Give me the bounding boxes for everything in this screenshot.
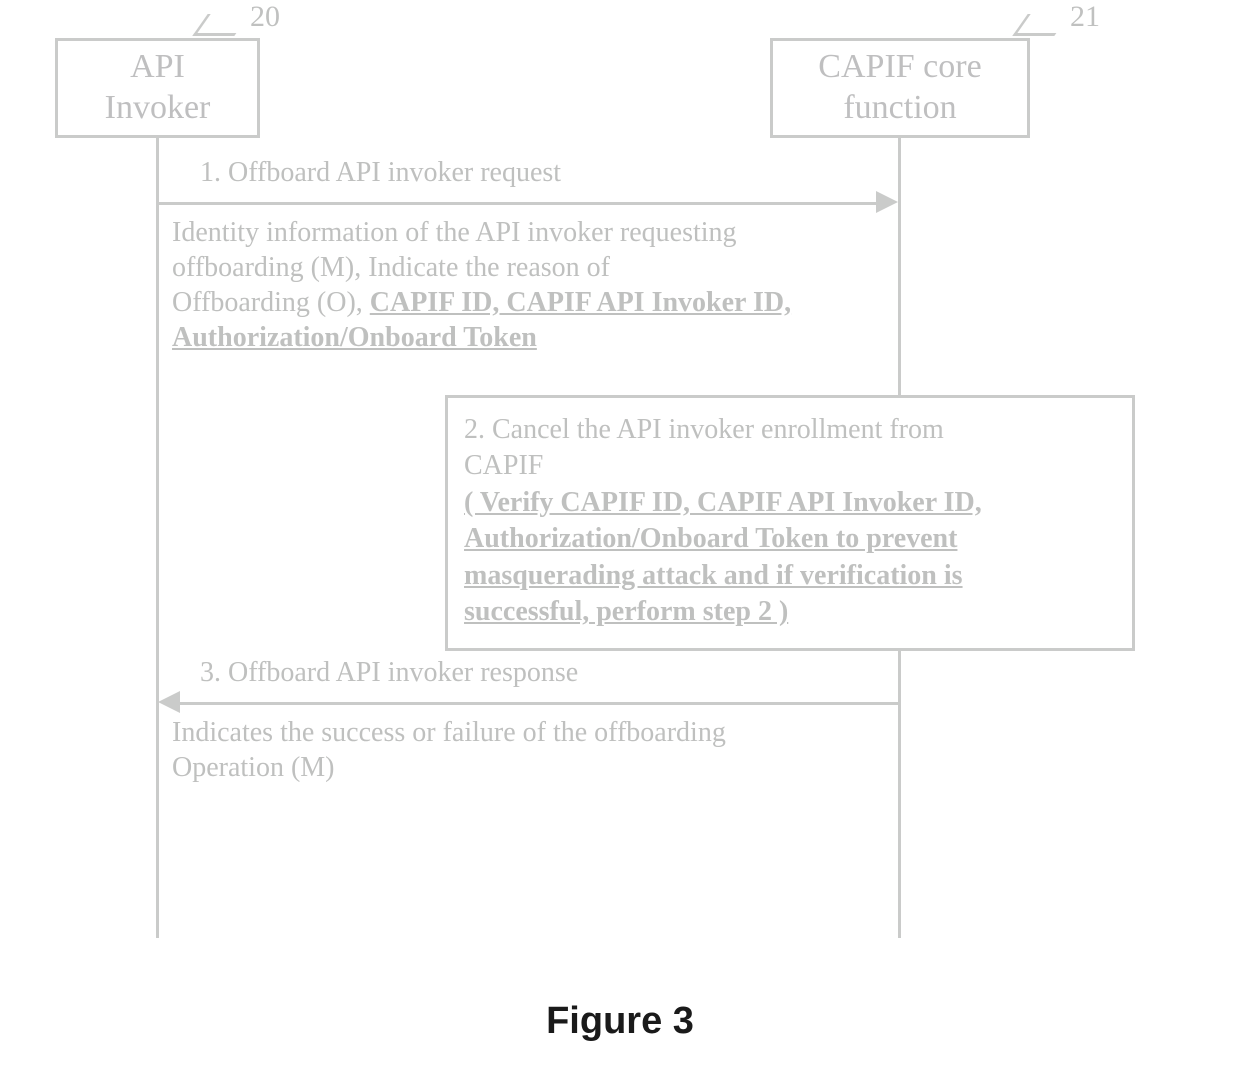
- step2-bold-c: masquerading attack and if verification …: [464, 558, 1116, 594]
- msg3-line: [178, 702, 898, 705]
- step2-bold-b: Authorization/Onboard Token to prevent: [464, 521, 1116, 557]
- actor-capif-core: CAPIF core function: [770, 38, 1030, 138]
- msg3-body-line1: Indicates the success or failure of the …: [172, 717, 726, 748]
- msg1-line: [158, 202, 878, 205]
- msg3-title: 3. Offboard API invoker response: [200, 655, 578, 690]
- step2-bold-d: successful, perform step 2 ): [464, 594, 1116, 630]
- msg3-body: Indicates the success or failure of the …: [172, 715, 932, 785]
- msg1-title: 1. Offboard API invoker request: [200, 155, 561, 190]
- step2-title-a: 2. Cancel the API invoker enrollment fro…: [464, 412, 1116, 448]
- msg1-body-line3a: Offboarding (O),: [172, 287, 370, 318]
- ref-tick-21: [1012, 14, 1069, 36]
- ref-tick-20: [192, 14, 249, 36]
- ref-label-21: 21: [1070, 0, 1100, 34]
- msg1-body-bold-a: CAPIF ID, CAPIF API Invoker ID,: [370, 287, 791, 318]
- lifeline-api-invoker: [156, 138, 159, 938]
- msg1-body: Identity information of the API invoker …: [172, 215, 932, 355]
- diagram-canvas: 20 21 API Invoker CAPIF core function 1.…: [0, 0, 1240, 1081]
- step2-bold-a: ( Verify CAPIF ID, CAPIF API Invoker ID,: [464, 485, 1116, 521]
- step2-box: 2. Cancel the API invoker enrollment fro…: [445, 395, 1135, 651]
- msg1-body-line1: Identity information of the API invoker …: [172, 217, 737, 248]
- actor-api-invoker-line1: API: [68, 47, 247, 88]
- msg1-arrowhead: [876, 191, 898, 213]
- actor-api-invoker-line2: Invoker: [68, 88, 247, 129]
- msg1-body-bold-b: Authorization/Onboard Token: [172, 322, 537, 353]
- msg3-body-line2: Operation (M): [172, 752, 335, 783]
- actor-capif-line1: CAPIF core: [783, 47, 1017, 88]
- figure-caption: Figure 3: [0, 1000, 1240, 1043]
- msg3-arrowhead: [158, 691, 180, 713]
- msg1-body-line2: offboarding (M), Indicate the reason of: [172, 252, 610, 283]
- step2-title-b: CAPIF: [464, 448, 1116, 484]
- actor-capif-line2: function: [783, 88, 1017, 129]
- ref-label-20: 20: [250, 0, 280, 34]
- actor-api-invoker: API Invoker: [55, 38, 260, 138]
